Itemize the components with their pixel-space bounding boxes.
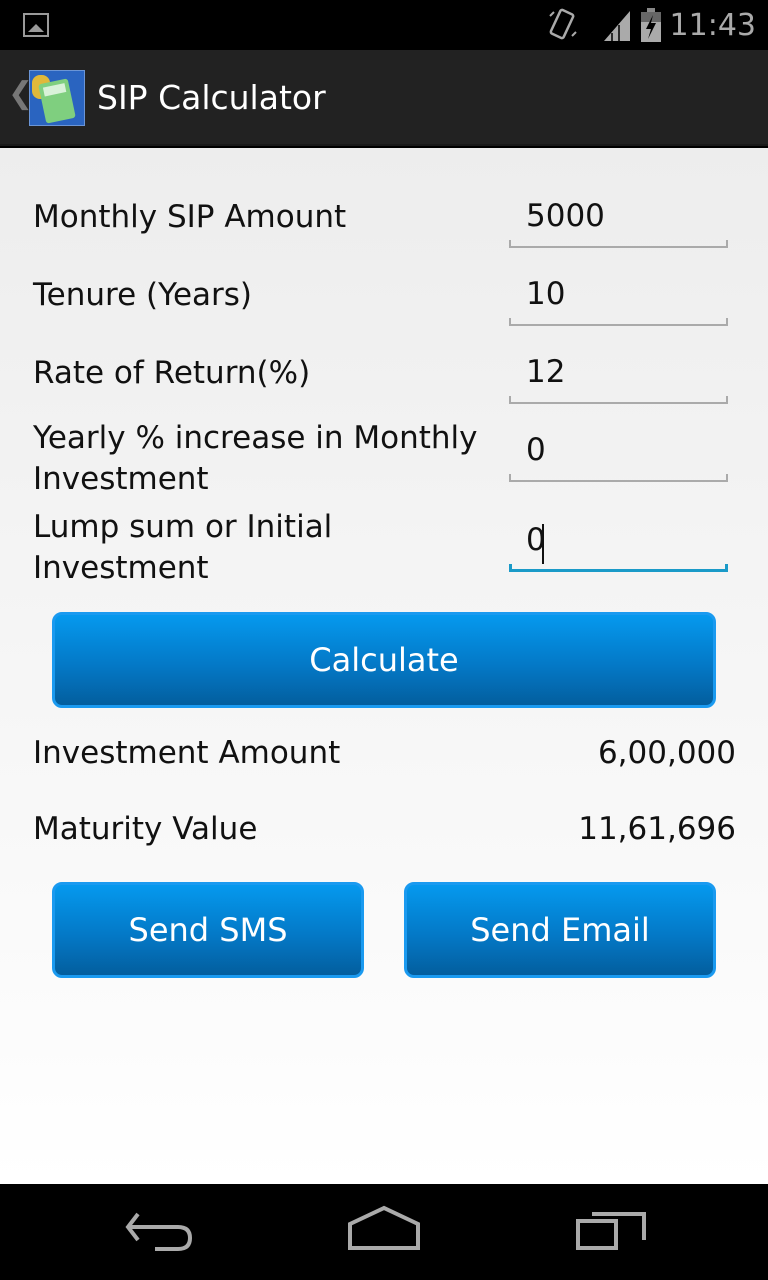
rate-of-return-label: Rate of Return(%) [33, 355, 311, 391]
status-icons: 11:43 [546, 6, 756, 44]
status-bar: 11:43 [0, 0, 768, 50]
monthly-sip-amount-input[interactable] [526, 196, 716, 236]
lump-sum-label-line1: Lump sum or Initial [33, 509, 333, 545]
send-sms-button[interactable]: Send SMS [52, 882, 364, 978]
back-icon [125, 1212, 193, 1251]
maturity-value-value: 11,61,696 [578, 811, 736, 847]
field-underline [509, 318, 728, 326]
calculator-icon [38, 78, 76, 124]
vibrate-icon [548, 8, 577, 40]
back-button[interactable] [110, 1204, 210, 1260]
send-email-button[interactable]: Send Email [404, 882, 716, 978]
yearly-increase-label-line1: Yearly % increase in Monthly [33, 420, 478, 456]
rate-of-return-field[interactable] [509, 348, 728, 404]
lump-sum-input[interactable] [526, 520, 716, 560]
field-underline [509, 396, 728, 404]
home-icon [348, 1205, 420, 1250]
signal-icon [603, 11, 630, 41]
lump-sum-label-line2: Investment [33, 550, 209, 586]
yearly-increase-input[interactable] [526, 430, 716, 470]
app-icon [29, 70, 85, 126]
field-underline-focused [509, 564, 728, 572]
field-underline [509, 474, 728, 482]
battery-charging-icon [640, 8, 661, 42]
home-button[interactable] [334, 1204, 434, 1260]
calculate-button[interactable]: Calculate [52, 612, 716, 708]
recent-apps-icon [576, 1212, 646, 1250]
rate-of-return-input[interactable] [526, 352, 716, 392]
navigation-bar [0, 1184, 768, 1280]
recent-apps-button[interactable] [560, 1204, 660, 1260]
tenure-label: Tenure (Years) [33, 277, 252, 313]
text-cursor [542, 524, 544, 564]
tenure-field[interactable] [509, 270, 728, 326]
app-title: SIP Calculator [97, 78, 326, 117]
tenure-input[interactable] [526, 274, 716, 314]
clock: 11:43 [669, 7, 756, 43]
investment-amount-value: 6,00,000 [597, 735, 736, 771]
up-navigation-button[interactable]: ❮ [0, 50, 90, 146]
yearly-increase-label: Yearly % increase in Monthly Investment [33, 418, 478, 500]
lump-sum-label: Lump sum or Initial Investment [33, 507, 332, 589]
field-underline [509, 240, 728, 248]
gallery-notification-icon [23, 13, 49, 37]
action-bar: ❮ SIP Calculator [0, 50, 768, 146]
yearly-increase-label-line2: Investment [33, 461, 209, 497]
yearly-increase-field[interactable] [509, 426, 728, 482]
monthly-sip-amount-label: Monthly SIP Amount [33, 199, 347, 235]
investment-amount-label: Investment Amount [33, 735, 341, 771]
monthly-sip-amount-field[interactable] [509, 192, 728, 248]
maturity-value-label: Maturity Value [33, 811, 258, 847]
